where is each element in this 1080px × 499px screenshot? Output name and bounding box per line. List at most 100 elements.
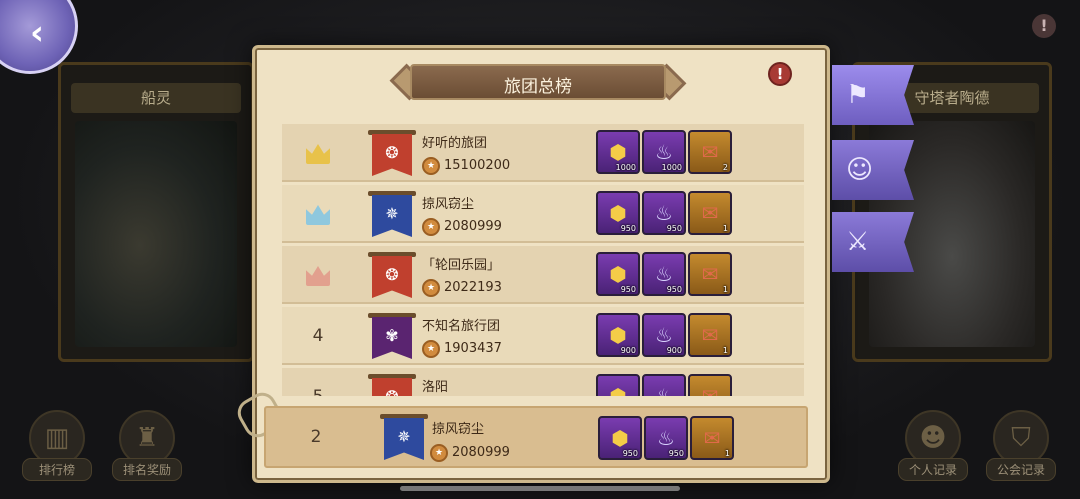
rank-number: 2 xyxy=(310,427,322,447)
character-tab-icon: ☺ xyxy=(846,155,874,185)
reward-scroll-item[interactable]: ✉ 1 xyxy=(690,416,734,460)
guild-banner-icon: ❂ xyxy=(368,374,416,396)
reward-lamp-item[interactable]: ♨ 950 xyxy=(644,416,688,460)
reward-items: ⬢ 950 ♨ 950 ✉ 1 xyxy=(596,252,732,296)
reward-quantity: 950 xyxy=(668,449,684,458)
reward-quantity: 950 xyxy=(666,224,682,233)
banner-tab-icon: ⚑ xyxy=(846,80,870,110)
guild-banner-icon: ❂ xyxy=(368,252,416,298)
guild-banner-icon: ❂ xyxy=(368,130,416,176)
guild-banner-icon: ✾ xyxy=(368,313,416,359)
reward-items: ⬢ ♨ ✉ xyxy=(596,374,732,396)
reward-lamp-item[interactable]: ♨ 900 xyxy=(642,313,686,357)
rank-reward-button[interactable]: ♜ 排名奖励 xyxy=(112,410,182,488)
reward-coin-item[interactable]: ⬢ 950 xyxy=(596,252,640,296)
reward-coin-item[interactable]: ⬢ 1000 xyxy=(596,130,640,174)
rank-cell: 4 xyxy=(282,307,354,365)
guild-record-button[interactable]: ⛉ 公会记录 xyxy=(986,410,1056,488)
own-guild-row: 2 ✵ 掠风窃尘 ★ 2080999 ⬢ 950 ♨ 950 ✉ 1 xyxy=(264,406,808,468)
left-boss-art xyxy=(75,121,237,347)
lamp-icon: ♨ xyxy=(655,262,673,286)
ranking-list[interactable]: ❂ 好听的旅团 ★ 15100200 ⬢ 1000 ♨ 1000 ✉ 2 ✵ 掠风窃尘 ★ 2080999… xyxy=(282,124,804,396)
medal-icon: ★ xyxy=(430,444,448,462)
table-row[interactable]: 4 ✾ 不知名旅行团 ★ 1903437 ⬢ 900 ♨ 900 ✉ 1 xyxy=(282,307,804,365)
lamp-icon: ♨ xyxy=(655,201,673,225)
personal-record-button[interactable]: ☻ 个人记录 xyxy=(898,410,968,488)
top-info-icon[interactable]: ! xyxy=(1032,14,1056,38)
reward-quantity: 950 xyxy=(620,285,636,294)
coin-icon: ⬢ xyxy=(611,426,629,450)
reward-items: ⬢ 950 ♨ 950 ✉ 1 xyxy=(598,416,734,460)
rank-cell xyxy=(282,185,354,243)
guild-banner-icon: ✵ xyxy=(380,414,428,460)
reward-coin-item[interactable]: ⬢ 900 xyxy=(596,313,640,357)
left-boss-panel: 船灵 xyxy=(58,62,254,362)
rank-cell: 5 xyxy=(282,368,354,396)
table-row[interactable]: ❂ 「轮回乐园」 ★ 2022193 ⬢ 950 ♨ 950 ✉ 1 xyxy=(282,246,804,304)
table-row[interactable]: ❂ 好听的旅团 ★ 15100200 ⬢ 1000 ♨ 1000 ✉ 2 xyxy=(282,124,804,182)
reward-items: ⬢ 900 ♨ 900 ✉ 1 xyxy=(596,313,732,357)
leaderboard-button[interactable]: ▥ 排行榜 xyxy=(22,410,92,488)
reward-scroll-item[interactable]: ✉ 2 xyxy=(688,130,732,174)
tab-swords[interactable]: ⚔ xyxy=(832,212,914,272)
coin-icon: ⬢ xyxy=(609,323,627,347)
reward-items: ⬢ 1000 ♨ 1000 ✉ 2 xyxy=(596,130,732,174)
reward-quantity: 950 xyxy=(620,224,636,233)
reward-quantity: 1 xyxy=(724,449,730,458)
guild-power: 2022193 xyxy=(444,280,502,295)
medal-icon: ★ xyxy=(422,218,440,236)
info-button[interactable]: ! xyxy=(768,62,792,86)
guild-name: 好听的旅团 xyxy=(422,136,488,151)
guild-name: 不知名旅行团 xyxy=(422,319,501,334)
reward-scroll-item[interactable]: ✉ 1 xyxy=(688,191,732,235)
reward-lamp-item[interactable]: ♨ 950 xyxy=(642,252,686,296)
rank-cell xyxy=(282,124,354,182)
scroll-icon: ✉ xyxy=(701,323,719,347)
personal-record-label: 个人记录 xyxy=(898,458,968,481)
medal-icon: ★ xyxy=(422,279,440,297)
reward-quantity: 1 xyxy=(722,346,728,355)
guild-name: 「轮回乐园」 xyxy=(422,258,501,273)
bronze-crown-icon xyxy=(304,264,332,286)
guild-power: 2080999 xyxy=(452,445,510,460)
scroll-icon: ✉ xyxy=(701,384,719,396)
table-row[interactable]: ✵ 掠风窃尘 ★ 2080999 ⬢ 950 ♨ 950 ✉ 1 xyxy=(282,185,804,243)
lamp-icon: ♨ xyxy=(655,323,673,347)
reward-lamp-item[interactable]: ♨ xyxy=(642,374,686,396)
leaderboard-label: 排行榜 xyxy=(22,458,92,481)
tab-banner[interactable]: ⚑ xyxy=(832,65,914,125)
medal-icon: ★ xyxy=(422,340,440,358)
reward-quantity: 1000 xyxy=(615,163,636,172)
guild-power: 1903437 xyxy=(444,341,502,356)
reward-items: ⬢ 950 ♨ 950 ✉ 1 xyxy=(596,191,732,235)
coin-icon: ⬢ xyxy=(609,262,627,286)
rank-cell: 2 xyxy=(266,408,366,466)
guild-name: 洛阳 xyxy=(422,380,449,395)
table-row[interactable]: 5 ❂ 洛阳 ⬢ ♨ ✉ xyxy=(282,368,804,396)
lamp-icon: ♨ xyxy=(657,426,675,450)
tab-character[interactable]: ☺ xyxy=(832,140,914,200)
reward-lamp-item[interactable]: ♨ 1000 xyxy=(642,130,686,174)
dialog-title-banner: 旅团总榜 xyxy=(388,60,688,104)
reward-scroll-item[interactable]: ✉ 1 xyxy=(688,252,732,296)
reward-quantity: 1000 xyxy=(661,163,682,172)
reward-coin-item[interactable]: ⬢ 950 xyxy=(598,416,642,460)
left-panel-title: 船灵 xyxy=(71,83,241,113)
scroll-icon: ✉ xyxy=(701,140,719,164)
reward-quantity: 950 xyxy=(666,285,682,294)
swords-tab-icon: ⚔ xyxy=(846,227,870,257)
reward-coin-item[interactable]: ⬢ 950 xyxy=(596,191,640,235)
guild-power: 15100200 xyxy=(444,158,511,173)
medal-icon: ★ xyxy=(422,157,440,175)
reward-lamp-item[interactable]: ♨ 950 xyxy=(642,191,686,235)
reward-scroll-item[interactable]: ✉ 1 xyxy=(688,313,732,357)
reward-scroll-item[interactable]: ✉ xyxy=(688,374,732,396)
scroll-icon: ✉ xyxy=(703,426,721,450)
coin-icon: ⬢ xyxy=(609,384,627,396)
dialog-title: 旅团总榜 xyxy=(504,77,572,97)
reward-coin-item[interactable]: ⬢ xyxy=(596,374,640,396)
home-indicator xyxy=(400,486,680,491)
back-arrow-icon: ‹ xyxy=(29,13,44,53)
guild-record-label: 公会记录 xyxy=(986,458,1056,481)
reward-quantity: 900 xyxy=(666,346,682,355)
